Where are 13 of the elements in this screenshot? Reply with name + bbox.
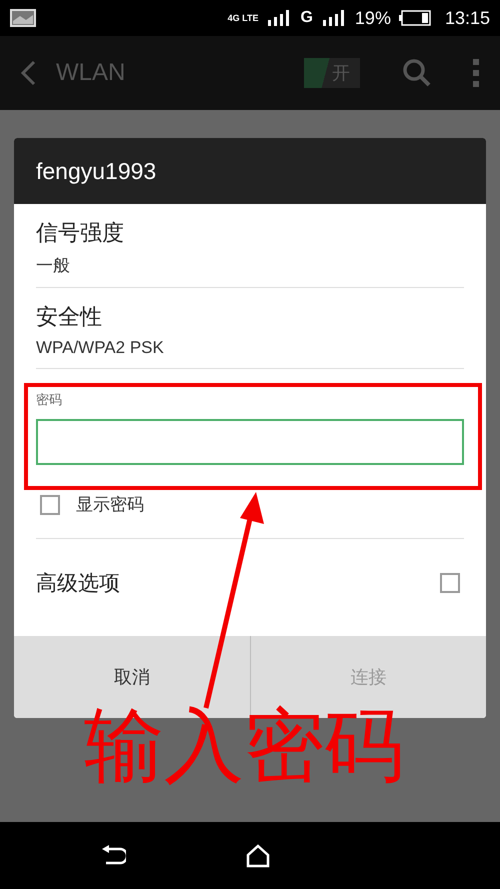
clock: 13:15 xyxy=(444,8,490,28)
field-label: 信号强度 xyxy=(36,220,125,248)
dialog-title: fengyu1993 xyxy=(14,138,486,204)
field-value: WPA/WPA2 PSK xyxy=(36,338,165,358)
field-label: 安全性 xyxy=(36,304,103,332)
password-label: 密码 xyxy=(36,392,63,409)
option-label: 高级选项 xyxy=(36,570,120,597)
battery-percent: 19% xyxy=(354,8,391,28)
checkbox-label: 显示密码 xyxy=(76,494,144,516)
network-label: 4G LTE xyxy=(228,13,258,23)
network-label: G xyxy=(300,9,313,27)
screen-title: WLAN xyxy=(56,59,126,87)
field-value: 一般 xyxy=(36,255,71,277)
